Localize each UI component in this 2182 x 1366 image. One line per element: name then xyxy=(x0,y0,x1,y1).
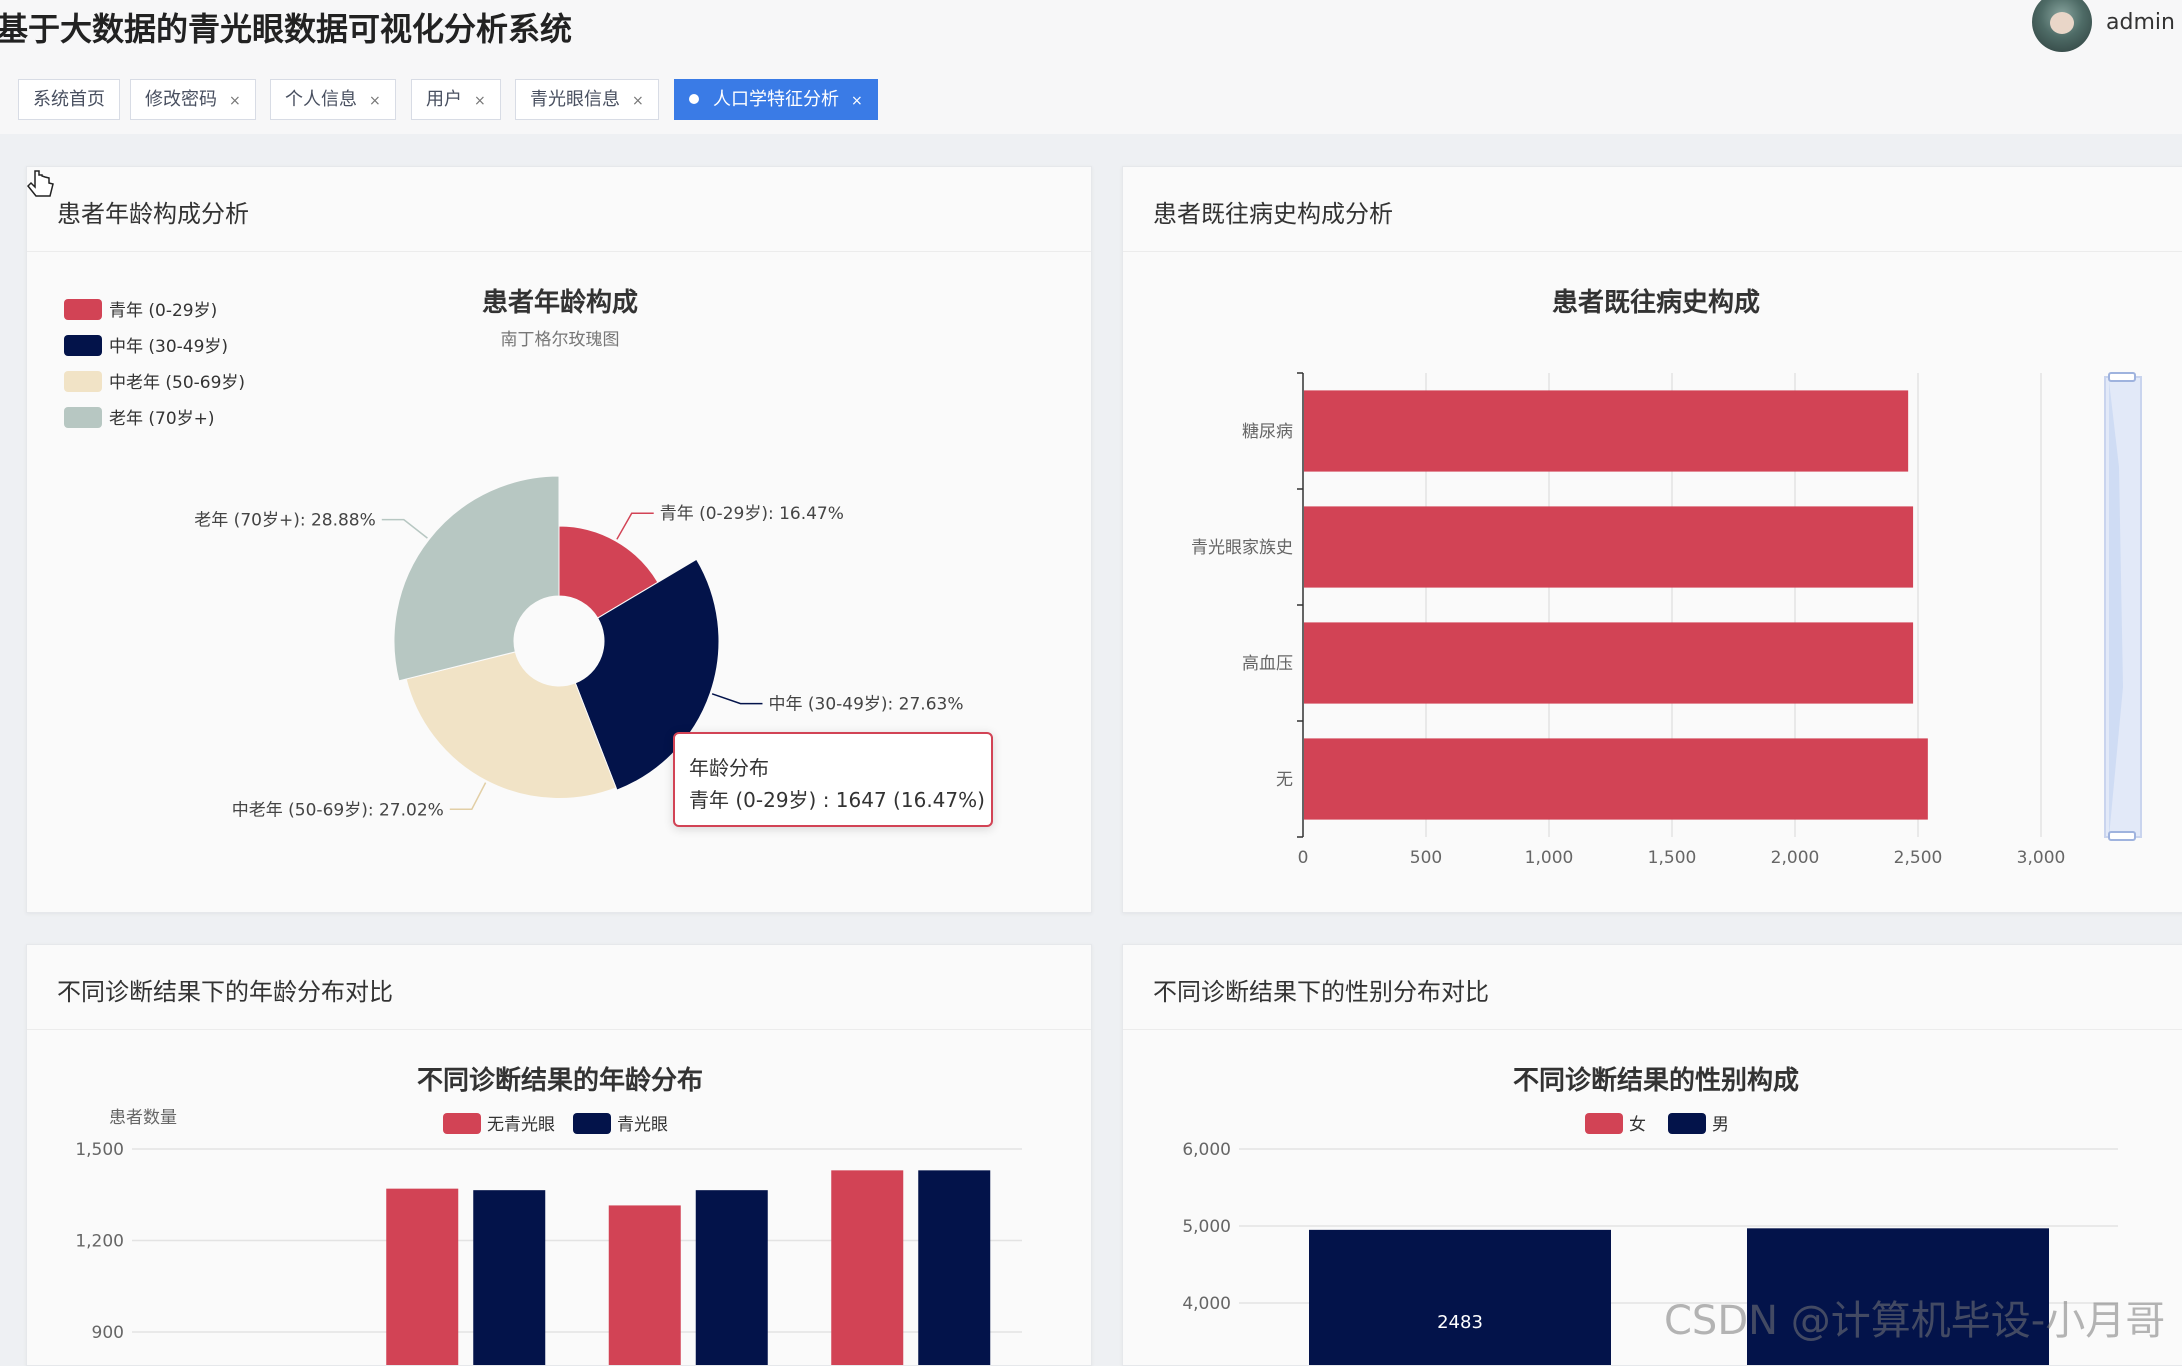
y-tick-label: 900 xyxy=(92,1323,124,1343)
bar[interactable] xyxy=(1304,390,1909,472)
close-icon[interactable]: × xyxy=(632,93,644,109)
y-tick-label: 无 xyxy=(1276,770,1293,790)
x-tick-label: 1,500 xyxy=(1648,848,1697,868)
datazoom-handle-top[interactable] xyxy=(2108,372,2136,382)
bar[interactable] xyxy=(473,1190,546,1365)
y-tick-label: 1,200 xyxy=(75,1232,124,1252)
tab-demographics[interactable]: 人口学特征分析 × xyxy=(674,79,878,120)
bar[interactable] xyxy=(386,1188,459,1365)
bar[interactable] xyxy=(1304,622,1914,704)
top-bar: 基于大数据的青光眼数据可视化分析系统 admin 系统首页 修改密码 × 个人信息… xyxy=(0,0,2182,134)
slice-label: 青年 (0-29岁): 16.47% xyxy=(660,504,844,524)
x-tick-label: 1,000 xyxy=(1525,848,1574,868)
bar[interactable] xyxy=(608,1205,681,1365)
datazoom-handle-bottom[interactable] xyxy=(2108,831,2136,841)
legend-label[interactable]: 中老年 (50-69岁) xyxy=(109,373,245,393)
label-leader-line xyxy=(449,782,487,811)
legend-swatch[interactable] xyxy=(1585,1113,1623,1134)
hand-cursor-icon xyxy=(27,170,54,197)
legend-swatch[interactable] xyxy=(64,407,102,428)
rose-slice[interactable] xyxy=(393,475,560,682)
diagnosis-age-bar-chart: 不同诊断结果的年龄分布 患者数量 无青光眼 青光眼 900 1,200 1,500 xyxy=(75,1065,1022,1365)
x-tick-label: 2,000 xyxy=(1771,848,1820,868)
y-tick-label: 6,000 xyxy=(1182,1140,1231,1160)
history-bar-chart: 患者既往病史构成 0 500 1,000 1,500 2,000 2,500 3,000 糖尿… xyxy=(1191,287,2142,868)
x-tick-label: 2,500 xyxy=(1894,848,1943,868)
legend-label[interactable]: 中年 (30-49岁) xyxy=(109,337,228,357)
legend-label[interactable]: 老年 (70岁+) xyxy=(109,409,215,429)
tab-home[interactable]: 系统首页 xyxy=(18,79,120,120)
legend-label[interactable]: 青光眼 xyxy=(617,1115,668,1135)
tooltip-title: 年龄分布 xyxy=(689,756,769,780)
bar[interactable] xyxy=(918,1170,991,1365)
close-icon[interactable]: × xyxy=(229,93,241,109)
card-medical-history: 患者既往病史构成分析 患者既往病史构成 0 500 1,000 1,500 2,000 2… xyxy=(1122,166,2182,913)
close-icon[interactable]: × xyxy=(474,93,486,109)
slice-label: 中老年 (50-69岁): 27.02% xyxy=(232,800,444,820)
legend-swatch[interactable] xyxy=(64,371,102,392)
y-axis-label: 患者数量 xyxy=(109,1108,177,1128)
y-tick-label: 青光眼家族史 xyxy=(1191,538,1293,558)
y-tick-label: 4,000 xyxy=(1182,1294,1231,1314)
tooltip-line: 青年 (0-29岁) : 1647 (16.47%) xyxy=(689,788,985,812)
tab-change-password[interactable]: 修改密码 × xyxy=(130,79,256,120)
datazoom-slider[interactable] xyxy=(2104,372,2142,841)
legend-label[interactable]: 男 xyxy=(1712,1115,1729,1135)
close-icon[interactable]: × xyxy=(369,93,381,109)
chart-title: 患者年龄构成 xyxy=(482,287,638,318)
legend-swatch[interactable] xyxy=(573,1113,611,1134)
label-leader-line xyxy=(616,512,654,540)
x-tick-label: 0 xyxy=(1298,848,1309,868)
y-tick-label: 糖尿病 xyxy=(1242,422,1293,442)
active-dot-icon xyxy=(689,94,699,104)
y-tick-label: 5,000 xyxy=(1182,1217,1231,1237)
username[interactable]: admin xyxy=(2106,10,2175,35)
chart-title: 不同诊断结果的性别构成 xyxy=(1513,1065,1799,1096)
legend-label[interactable]: 青年 (0-29岁) xyxy=(109,301,217,321)
chart-title: 不同诊断结果的年龄分布 xyxy=(417,1065,703,1096)
y-tick-label: 1,500 xyxy=(75,1140,124,1160)
tab-users[interactable]: 用户 × xyxy=(411,79,501,120)
watermark: CSDN @计算机毕设-小月哥 xyxy=(1664,1298,2166,1344)
slice-label: 中年 (30-49岁): 27.63% xyxy=(768,695,963,715)
tab-profile[interactable]: 个人信息 × xyxy=(270,79,396,120)
x-tick-label: 3,000 xyxy=(2017,848,2066,868)
chart-subtitle: 南丁格尔玫瑰图 xyxy=(501,330,620,350)
label-leader-line xyxy=(711,693,763,705)
tab-glaucoma-info[interactable]: 青光眼信息 × xyxy=(515,79,659,120)
legend-label[interactable]: 女 xyxy=(1629,1115,1646,1135)
slice-label: 老年 (70岁+): 28.88% xyxy=(194,511,376,531)
legend-label[interactable]: 无青光眼 xyxy=(487,1115,555,1135)
legend-swatch[interactable] xyxy=(64,299,102,320)
x-tick-label: 500 xyxy=(1410,848,1442,868)
legend-swatch[interactable] xyxy=(443,1113,481,1134)
legend-swatch[interactable] xyxy=(1668,1113,1706,1134)
rose-slice[interactable] xyxy=(405,651,617,799)
bar[interactable] xyxy=(1304,738,1928,820)
bar[interactable] xyxy=(1309,1229,1611,1365)
app-title: 基于大数据的青光眼数据可视化分析系统 xyxy=(0,10,573,48)
close-icon[interactable]: × xyxy=(851,93,863,109)
bar[interactable] xyxy=(695,1190,768,1365)
y-tick-label: 高血压 xyxy=(1242,654,1293,674)
bar[interactable] xyxy=(1304,506,1914,588)
label-leader-line xyxy=(381,518,428,539)
legend-swatch[interactable] xyxy=(64,335,102,356)
chart-tooltip: 年龄分布 青年 (0-29岁) : 1647 (16.47%) xyxy=(673,732,993,827)
bar[interactable] xyxy=(831,1170,904,1365)
user-avatar[interactable] xyxy=(2032,0,2092,52)
bar-data-label: 2483 xyxy=(1437,1312,1483,1333)
card-diagnosis-age: 不同诊断结果下的年龄分布对比 不同诊断结果的年龄分布 患者数量 无青光眼 青光眼 … xyxy=(26,944,1092,1366)
card-age-composition: 患者年龄构成分析 患者年龄构成 南丁格尔玫瑰图 青年 (0-29岁) 中年 (30… xyxy=(26,166,1092,913)
chart-title: 患者既往病史构成 xyxy=(1552,287,1760,318)
